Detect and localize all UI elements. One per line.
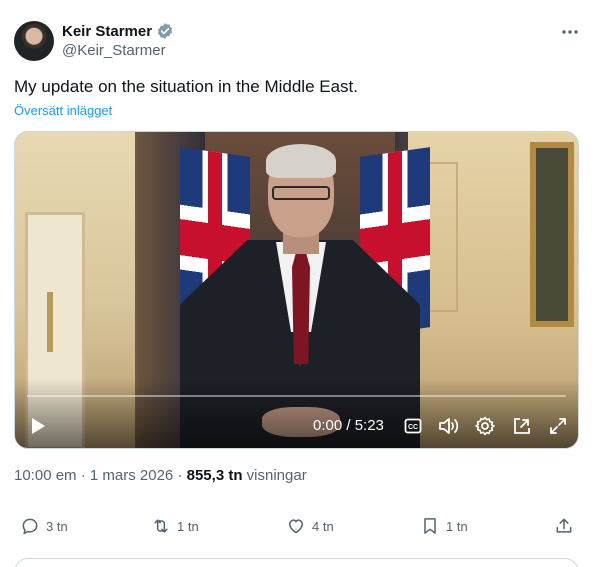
video-player[interactable]: 0:00 / 5:23 CC (14, 131, 579, 449)
translate-post-link[interactable]: Översätt inlägget (14, 103, 112, 118)
views-count: 855,3 tn (186, 467, 243, 484)
speaker-hair (266, 144, 336, 178)
settings-icon (475, 416, 495, 436)
author-name-row: Keir Starmer (62, 22, 174, 40)
video-controls: 0:00 / 5:23 CC (15, 413, 578, 441)
meta-separator: · (173, 467, 187, 484)
bookmark-button[interactable]: 1 tn (420, 511, 468, 541)
views-label: visningar (242, 467, 307, 484)
reply-button[interactable]: 3 tn (20, 511, 68, 541)
meta-separator: · (76, 467, 90, 484)
share-icon (556, 518, 572, 533)
video-progress-bar[interactable] (27, 395, 566, 397)
volume-button[interactable] (436, 413, 462, 439)
like-button[interactable]: 4 tn (286, 511, 334, 541)
action-bar: 3 tn 1 tn 4 tn 1 tn (0, 511, 598, 541)
play-button[interactable] (25, 413, 51, 439)
heart-icon (289, 519, 303, 534)
pop-out-button[interactable] (509, 413, 535, 439)
speaker-glasses (272, 186, 330, 200)
svg-text:CC: CC (408, 424, 418, 431)
fullscreen-icon (550, 418, 566, 434)
repost-button[interactable]: 1 tn (151, 511, 199, 541)
repost-count: 1 tn (177, 518, 199, 534)
settings-button[interactable] (472, 413, 498, 439)
reply-composer-edge (14, 558, 579, 567)
share-button[interactable] (554, 511, 574, 541)
author-avatar[interactable] (14, 21, 54, 61)
video-time-display: 0:00 / 5:23 (313, 417, 384, 434)
video-scene-painting (530, 142, 574, 327)
speaker-tie (292, 254, 310, 364)
play-icon (32, 418, 45, 434)
author-handle[interactable]: @Keir_Starmer (62, 42, 166, 59)
more-dots-icon (562, 30, 578, 34)
like-count: 4 tn (312, 518, 334, 534)
captions-button[interactable]: CC (400, 413, 426, 439)
verified-badge-icon (157, 23, 173, 39)
post-text: My update on the situation in the Middle… (14, 77, 358, 96)
more-options-button[interactable] (560, 22, 580, 42)
post-metadata: 10:00 em · 1 mars 2026 · 855,3 tn visnin… (14, 467, 307, 484)
video-scene-door-handle (47, 292, 53, 352)
bookmark-icon (424, 518, 436, 534)
pop-out-icon (514, 418, 530, 434)
reply-count: 3 tn (46, 518, 68, 534)
volume-icon (439, 418, 459, 434)
reply-icon (22, 518, 38, 535)
repost-icon (154, 519, 168, 533)
captions-icon: CC (404, 418, 422, 434)
bookmark-count: 1 tn (446, 518, 468, 534)
post-time[interactable]: 10:00 em (14, 467, 77, 484)
author-name[interactable]: Keir Starmer (62, 23, 152, 40)
fullscreen-button[interactable] (545, 413, 571, 439)
post-date[interactable]: 1 mars 2026 (90, 467, 173, 484)
